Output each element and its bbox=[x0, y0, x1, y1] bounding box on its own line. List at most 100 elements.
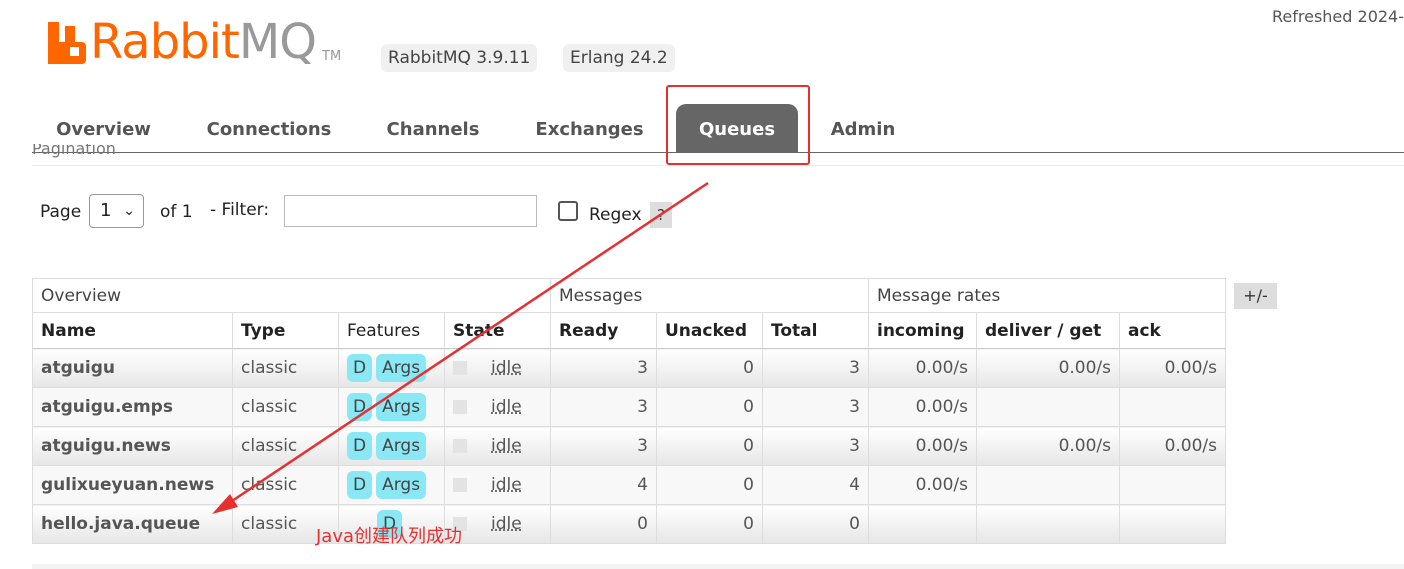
total-count: 3 bbox=[762, 348, 869, 388]
feature-durable-badge: D bbox=[347, 354, 373, 382]
unacked-count: 0 bbox=[656, 426, 763, 466]
state-indicator-icon bbox=[453, 400, 467, 414]
erlang-version-badge: Erlang 24.2 bbox=[563, 44, 675, 72]
group-header-message-rates: Message rates bbox=[868, 278, 1226, 313]
feature-args-badge: Args bbox=[376, 354, 427, 382]
incoming-rate: 0.00/s bbox=[868, 426, 977, 466]
queue-type: classic bbox=[232, 387, 339, 427]
ack-rate bbox=[1119, 465, 1226, 505]
queue-features: D Args bbox=[338, 348, 445, 388]
ready-count: 3 bbox=[550, 426, 657, 466]
unacked-count: 0 bbox=[656, 387, 763, 427]
ready-count: 3 bbox=[550, 387, 657, 427]
feature-args-badge: Args bbox=[376, 393, 427, 421]
section-divider bbox=[32, 165, 1404, 166]
column-header-features: Features bbox=[338, 312, 445, 349]
state-indicator-icon bbox=[453, 361, 467, 375]
queue-name-link[interactable]: gulixueyuan.news bbox=[32, 465, 233, 505]
column-header-ack[interactable]: ack bbox=[1119, 312, 1226, 349]
page-select[interactable]: 1 ⌄ bbox=[89, 194, 144, 228]
column-toggle-button[interactable]: +/- bbox=[1234, 283, 1277, 309]
pagination-section-title[interactable]: Pagination bbox=[32, 144, 116, 160]
queue-name-link[interactable]: atguigu bbox=[32, 348, 233, 388]
incoming-rate bbox=[868, 504, 977, 544]
table-row: hello.java.queue classic D idle 0 0 0 bbox=[32, 504, 1226, 544]
column-header-type[interactable]: Type bbox=[232, 312, 339, 349]
regex-label: Regex bbox=[589, 205, 642, 225]
feature-durable-badge: D bbox=[347, 432, 373, 460]
ack-rate: 0.00/s bbox=[1119, 348, 1226, 388]
table-row: gulixueyuan.news classic D Args idle 4 0 … bbox=[32, 465, 1226, 505]
queue-features: D Args bbox=[338, 387, 445, 427]
ready-count: 0 bbox=[550, 504, 657, 544]
queue-name-link[interactable]: hello.java.queue bbox=[32, 504, 233, 544]
rabbitmq-logo[interactable]: RabbitMQ TM bbox=[48, 14, 341, 70]
regex-checkbox[interactable] bbox=[558, 201, 578, 221]
state-indicator-icon bbox=[453, 439, 467, 453]
queue-state-label: idle bbox=[491, 514, 522, 534]
ready-count: 4 bbox=[550, 465, 657, 505]
queue-state: idle bbox=[444, 465, 551, 505]
deliver-get-rate: 0.00/s bbox=[976, 348, 1120, 388]
queue-state: idle bbox=[444, 348, 551, 388]
queue-features: D Args bbox=[338, 426, 445, 466]
total-count: 3 bbox=[762, 387, 869, 427]
queue-type: classic bbox=[232, 348, 339, 388]
queues-table: Overview Messages Message rates Name Typ… bbox=[32, 278, 1226, 544]
table-row: atguigu.news classic D Args idle 3 0 3 0.… bbox=[32, 426, 1226, 466]
chevron-down-icon: ⌄ bbox=[123, 203, 135, 219]
column-header-incoming[interactable]: incoming bbox=[868, 312, 977, 349]
ack-rate bbox=[1119, 504, 1226, 544]
tab-exchanges[interactable]: Exchanges bbox=[524, 104, 655, 152]
ack-rate: 0.00/s bbox=[1119, 426, 1226, 466]
unacked-count: 0 bbox=[656, 504, 763, 544]
queue-state: idle bbox=[444, 387, 551, 427]
column-header-ready[interactable]: Ready bbox=[550, 312, 657, 349]
unacked-count: 0 bbox=[656, 465, 763, 505]
table-row: atguigu classic D Args idle 3 0 3 0.00/s … bbox=[32, 348, 1226, 388]
queue-state-label: idle bbox=[491, 397, 522, 417]
ack-rate bbox=[1119, 387, 1226, 427]
page-count-label: of 1 bbox=[160, 202, 193, 222]
filter-input[interactable] bbox=[284, 195, 537, 227]
logo-text: RabbitMQ bbox=[90, 14, 317, 70]
footer-divider bbox=[32, 564, 1404, 569]
deliver-get-rate bbox=[976, 465, 1120, 505]
tab-connections[interactable]: Connections bbox=[196, 104, 342, 152]
rabbitmq-logo-icon bbox=[48, 22, 86, 64]
queue-type: classic bbox=[232, 426, 339, 466]
filter-label: - Filter: bbox=[210, 200, 270, 220]
regex-help-button[interactable]: ? bbox=[650, 202, 672, 228]
column-header-unacked[interactable]: Unacked bbox=[656, 312, 763, 349]
annotation-caption: Java创建队列成功 bbox=[316, 526, 463, 547]
queue-features: D Args bbox=[338, 465, 445, 505]
total-count: 3 bbox=[762, 426, 869, 466]
tab-admin[interactable]: Admin bbox=[826, 104, 900, 152]
incoming-rate: 0.00/s bbox=[868, 465, 977, 505]
page-select-value: 1 bbox=[100, 200, 112, 221]
deliver-get-rate bbox=[976, 504, 1120, 544]
column-header-name[interactable]: Name bbox=[32, 312, 233, 349]
queue-state-label: idle bbox=[491, 358, 522, 378]
feature-durable-badge: D bbox=[347, 393, 373, 421]
tab-channels[interactable]: Channels bbox=[377, 104, 489, 152]
queue-state: idle bbox=[444, 426, 551, 466]
incoming-rate: 0.00/s bbox=[868, 348, 977, 388]
queues-tab-highlight bbox=[666, 85, 810, 165]
total-count: 4 bbox=[762, 465, 869, 505]
state-indicator-icon bbox=[453, 478, 467, 492]
feature-args-badge: Args bbox=[376, 471, 427, 499]
group-header-overview: Overview bbox=[32, 278, 551, 313]
column-header-state[interactable]: State bbox=[444, 312, 551, 349]
rabbitmq-version-badge: RabbitMQ 3.9.11 bbox=[381, 44, 538, 72]
queue-name-link[interactable]: atguigu.news bbox=[32, 426, 233, 466]
column-header-total[interactable]: Total bbox=[762, 312, 869, 349]
column-header-deliver-get[interactable]: deliver / get bbox=[976, 312, 1120, 349]
deliver-get-rate: 0.00/s bbox=[976, 426, 1120, 466]
incoming-rate: 0.00/s bbox=[868, 387, 977, 427]
logo-trademark: TM bbox=[322, 49, 342, 64]
deliver-get-rate bbox=[976, 387, 1120, 427]
feature-args-badge: Args bbox=[376, 432, 427, 460]
queue-name-link[interactable]: atguigu.emps bbox=[32, 387, 233, 427]
group-header-messages: Messages bbox=[550, 278, 869, 313]
